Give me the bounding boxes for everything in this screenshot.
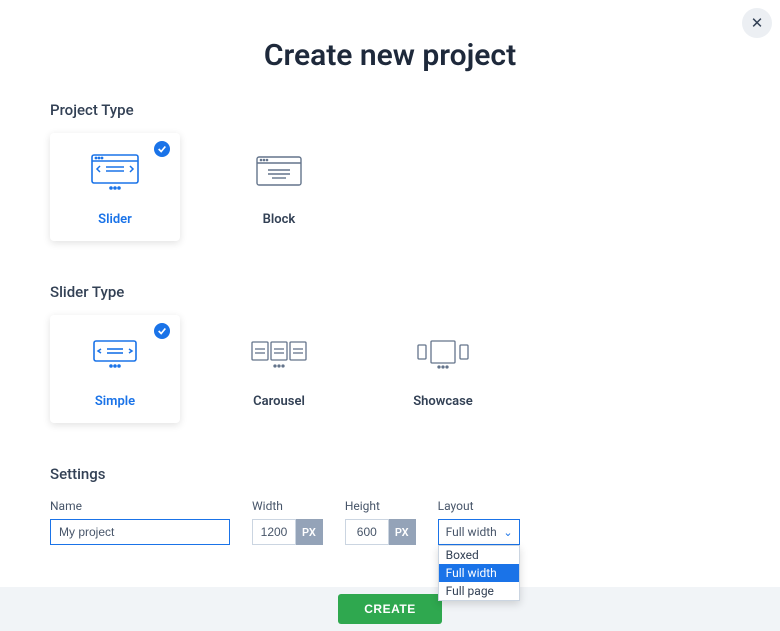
slider-type-showcase[interactable]: Showcase	[378, 315, 508, 423]
close-button[interactable]: ✕	[742, 8, 772, 38]
width-unit[interactable]: PX	[296, 519, 323, 545]
block-icon	[214, 133, 344, 210]
project-type-label: Project Type	[50, 101, 730, 119]
layout-label: Layout	[438, 499, 520, 513]
project-type-block[interactable]: Block	[214, 133, 344, 241]
chevron-down-icon: ⌄	[503, 526, 512, 539]
settings-label: Settings	[50, 465, 730, 483]
showcase-icon	[378, 315, 508, 392]
layout-option-full-page[interactable]: Full page	[439, 582, 519, 600]
height-label: Height	[345, 499, 416, 513]
close-icon: ✕	[751, 14, 764, 32]
slider-type-label: Slider Type	[50, 283, 730, 301]
height-input[interactable]	[345, 519, 389, 545]
card-label: Block	[263, 212, 296, 227]
layout-select[interactable]: Full width ⌄	[438, 519, 520, 545]
width-input[interactable]	[252, 519, 296, 545]
card-label: Showcase	[413, 394, 473, 409]
layout-dropdown: Boxed Full width Full page	[438, 545, 520, 601]
card-label: Simple	[95, 394, 135, 409]
name-input[interactable]	[50, 519, 230, 545]
slider-type-carousel[interactable]: Carousel	[214, 315, 344, 423]
footer-bar: CREATE	[0, 587, 780, 631]
card-label: Carousel	[253, 394, 305, 409]
page-title: Create new project	[50, 38, 730, 73]
check-icon	[154, 323, 170, 339]
slider-type-simple[interactable]: Simple	[50, 315, 180, 423]
layout-option-full-width[interactable]: Full width	[439, 564, 519, 582]
carousel-icon	[214, 315, 344, 392]
width-label: Width	[252, 499, 323, 513]
check-icon	[154, 141, 170, 157]
project-type-slider[interactable]: Slider	[50, 133, 180, 241]
card-label: Slider	[98, 212, 132, 227]
layout-option-boxed[interactable]: Boxed	[439, 546, 519, 564]
height-unit[interactable]: PX	[389, 519, 416, 545]
create-button[interactable]: CREATE	[338, 594, 441, 624]
layout-value: Full width	[446, 525, 497, 539]
name-label: Name	[50, 499, 230, 513]
